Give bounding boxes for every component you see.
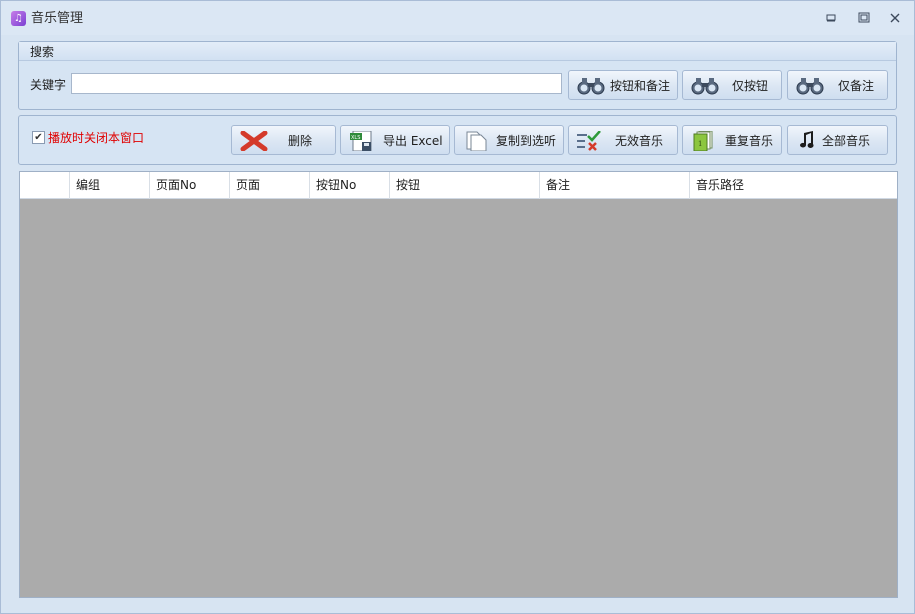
export-excel-button[interactable]: XLS 导出 Excel bbox=[340, 125, 450, 155]
search-button-and-note-button[interactable]: 按钮和备注 bbox=[568, 70, 678, 100]
search-both-label: 按钮和备注 bbox=[610, 79, 671, 93]
copy-to-preview-button[interactable]: 复制到选听 bbox=[454, 125, 564, 155]
copy-to-preview-label: 复制到选听 bbox=[496, 134, 557, 148]
duplicate-music-button[interactable]: 1 重复音乐 bbox=[682, 125, 782, 155]
minimize-icon bbox=[826, 14, 836, 22]
close-on-play-label: 播放时关闭本窗口 bbox=[48, 131, 145, 145]
search-button-only-button[interactable]: 仅按钮 bbox=[682, 70, 782, 100]
column-header-page[interactable]: 页面 bbox=[230, 172, 310, 199]
keyword-label: 关键字 bbox=[30, 78, 67, 92]
all-music-button[interactable]: 全部音乐 bbox=[787, 125, 888, 155]
binoculars-icon bbox=[691, 78, 719, 95]
close-icon bbox=[890, 13, 900, 23]
check-cross-list-icon bbox=[577, 131, 601, 151]
search-note-only-label: 仅备注 bbox=[838, 79, 875, 93]
delete-button[interactable]: 删除 bbox=[231, 125, 336, 155]
duplicate-pages-icon: 1 bbox=[693, 131, 713, 151]
window-title: 音乐管理 bbox=[31, 11, 84, 26]
search-button-only-label: 仅按钮 bbox=[732, 79, 769, 93]
column-header-row-selector[interactable] bbox=[20, 172, 70, 199]
copy-document-icon bbox=[466, 131, 487, 151]
toolbar-panel: ✔ 播放时关闭本窗口 删除 XLS 导出 Excel 复制到选听 无效音乐 1 … bbox=[18, 115, 897, 165]
column-header-page-no[interactable]: 页面No bbox=[150, 172, 230, 199]
search-group-header: 搜索 bbox=[19, 42, 896, 61]
all-music-label: 全部音乐 bbox=[822, 134, 871, 148]
grid-header-row: 编组 页面No 页面 按钮No 按钮 备注 音乐路径 bbox=[20, 172, 897, 199]
column-header-note[interactable]: 备注 bbox=[540, 172, 690, 199]
column-header-button[interactable]: 按钮 bbox=[390, 172, 540, 199]
minimize-button[interactable] bbox=[823, 11, 839, 25]
red-x-icon bbox=[240, 131, 268, 151]
search-group-title: 搜索 bbox=[30, 45, 55, 59]
binoculars-icon bbox=[577, 78, 605, 95]
export-excel-label: 导出 Excel bbox=[383, 134, 443, 148]
invalid-music-label: 无效音乐 bbox=[615, 134, 664, 148]
invalid-music-button[interactable]: 无效音乐 bbox=[568, 125, 678, 155]
duplicate-music-label: 重复音乐 bbox=[725, 134, 774, 148]
music-manager-window: ♫ 音乐管理 搜索 关键字 按钮和备注 仅按钮 仅备注 ✔ 播放时关闭本窗口 删… bbox=[0, 0, 915, 614]
close-button[interactable] bbox=[887, 11, 903, 25]
binoculars-icon bbox=[796, 78, 824, 95]
keyword-input[interactable] bbox=[71, 73, 562, 94]
search-note-only-button[interactable]: 仅备注 bbox=[787, 70, 888, 100]
music-data-grid[interactable]: 编组 页面No 页面 按钮No 按钮 备注 音乐路径 bbox=[19, 171, 898, 598]
music-app-icon: ♫ bbox=[11, 11, 26, 26]
excel-export-icon: XLS bbox=[350, 131, 372, 151]
restore-icon bbox=[858, 12, 870, 23]
restore-button[interactable] bbox=[856, 11, 872, 25]
column-header-button-no[interactable]: 按钮No bbox=[310, 172, 390, 199]
svg-text:1: 1 bbox=[698, 140, 702, 148]
column-header-group[interactable]: 编组 bbox=[70, 172, 150, 199]
delete-label: 删除 bbox=[288, 134, 313, 148]
title-bar: ♫ 音乐管理 bbox=[1, 1, 914, 35]
column-header-music-path[interactable]: 音乐路径 bbox=[690, 172, 897, 199]
svg-text:XLS: XLS bbox=[351, 135, 360, 141]
checkbox-checkmark-icon[interactable]: ✔ bbox=[32, 131, 45, 144]
search-panel: 搜索 关键字 按钮和备注 仅按钮 仅备注 bbox=[18, 41, 897, 110]
